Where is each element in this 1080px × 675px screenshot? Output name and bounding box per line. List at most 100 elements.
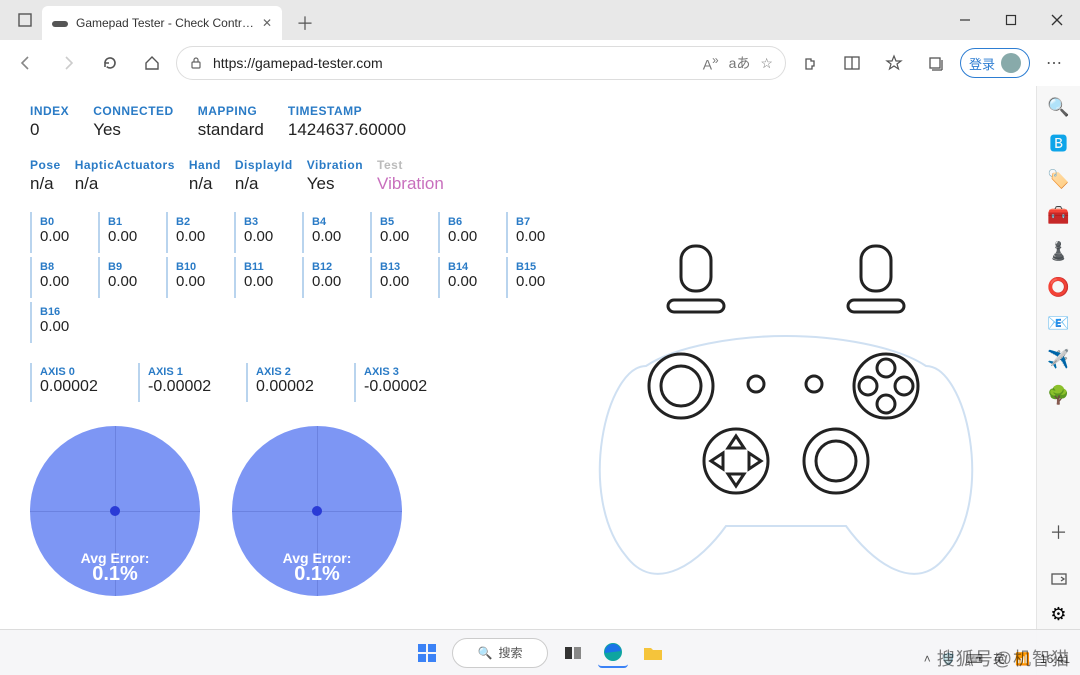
meta-value: Yes bbox=[93, 120, 174, 140]
button-b3: B30.00 bbox=[234, 212, 302, 253]
button-label: B14 bbox=[448, 261, 500, 273]
tray-keyboard-icon[interactable]: ⌨ bbox=[966, 652, 983, 666]
back-button[interactable] bbox=[8, 45, 44, 81]
forward-button[interactable] bbox=[50, 45, 86, 81]
button-value: 0.00 bbox=[176, 273, 228, 290]
button-label: B6 bbox=[448, 216, 500, 228]
taskbar-search[interactable]: 🔍 搜索 bbox=[452, 638, 548, 668]
meta-timestamp: TIMESTAMP1424637.60000 bbox=[288, 104, 406, 140]
tab-close-icon[interactable]: ✕ bbox=[262, 16, 272, 30]
button-b12: B120.00 bbox=[302, 257, 370, 298]
gamepad-illustration bbox=[586, 236, 986, 596]
extensions-icon[interactable] bbox=[792, 45, 828, 81]
meta-label: Hand bbox=[189, 158, 221, 172]
sidebar-tree-icon[interactable]: 🌳 bbox=[1048, 384, 1070, 406]
button-b6: B60.00 bbox=[438, 212, 506, 253]
button-b5: B50.00 bbox=[370, 212, 438, 253]
refresh-button[interactable] bbox=[92, 45, 128, 81]
meta-value: n/a bbox=[75, 174, 175, 194]
stick-pct: 0.1% bbox=[30, 563, 200, 586]
button-value: 0.00 bbox=[448, 273, 500, 290]
button-b16: B160.00 bbox=[30, 302, 98, 343]
window-maximize-button[interactable] bbox=[988, 0, 1034, 40]
button-label: B16 bbox=[40, 306, 92, 318]
titlebar: Gamepad Tester - Check Controll… ✕ ＋ bbox=[0, 0, 1080, 40]
button-value: 0.00 bbox=[312, 273, 364, 290]
tab-actions-button[interactable] bbox=[8, 3, 42, 37]
meta-displayid: DisplayIdn/a bbox=[235, 158, 293, 194]
stick-pct: 0.1% bbox=[232, 563, 402, 586]
meta-hand: Handn/a bbox=[189, 158, 221, 194]
button-value: 0.00 bbox=[40, 273, 92, 290]
button-label: B11 bbox=[244, 261, 296, 273]
taskbar-search-label: 搜索 bbox=[498, 644, 522, 661]
address-bar[interactable]: https://gamepad-tester.com A» aあ ☆ bbox=[176, 46, 786, 80]
button-value: 0.00 bbox=[108, 273, 160, 290]
tray-chevron-icon[interactable]: ˄ bbox=[924, 652, 931, 666]
button-value: 0.00 bbox=[516, 273, 568, 290]
start-button[interactable] bbox=[412, 638, 442, 668]
button-label: B4 bbox=[312, 216, 364, 228]
meta-value: 0 bbox=[30, 120, 69, 140]
axis-label: AXIS 1 bbox=[148, 366, 220, 378]
button-b4: B40.00 bbox=[302, 212, 370, 253]
sidebar-tools-icon[interactable]: 🧰 bbox=[1048, 204, 1070, 226]
sidebar-add-icon[interactable]: ＋ bbox=[1048, 521, 1070, 543]
more-menu-icon[interactable]: ⋯ bbox=[1036, 45, 1072, 81]
explorer-taskbar-icon[interactable] bbox=[638, 638, 668, 668]
sidebar-shopping-icon[interactable]: 🏷️ bbox=[1048, 168, 1070, 190]
favorites-icon[interactable] bbox=[876, 45, 912, 81]
translate-icon[interactable]: aあ bbox=[729, 53, 751, 73]
tray-security-icon[interactable]: 🛡️ bbox=[941, 652, 956, 666]
sidebar-send-icon[interactable]: ✈️ bbox=[1048, 348, 1070, 370]
meta-vibration: VibrationYes bbox=[307, 158, 363, 194]
button-label: B1 bbox=[108, 216, 160, 228]
tray-time[interactable]: 16:41 bbox=[1040, 652, 1070, 666]
sidebar-collapse-icon[interactable] bbox=[1048, 567, 1070, 589]
meta-label: CONNECTED bbox=[93, 104, 174, 118]
reading-mode-icon[interactable]: A» bbox=[703, 54, 719, 73]
meta-test[interactable]: TestVibration bbox=[377, 158, 444, 194]
button-label: B9 bbox=[108, 261, 160, 273]
button-b9: B90.00 bbox=[98, 257, 166, 298]
axis-axis0: AXIS 00.00002 bbox=[30, 363, 120, 402]
sidebar-m365-icon[interactable]: ⭕ bbox=[1048, 276, 1070, 298]
button-b14: B140.00 bbox=[438, 257, 506, 298]
sidebar-settings-icon[interactable]: ⚙ bbox=[1048, 603, 1070, 625]
button-value: 0.00 bbox=[448, 228, 500, 245]
button-value: 0.00 bbox=[108, 228, 160, 245]
task-view-icon[interactable] bbox=[558, 638, 588, 668]
meta-value: standard bbox=[198, 120, 264, 140]
meta-value: 1424637.60000 bbox=[288, 120, 406, 140]
sidebar-bing-icon[interactable]: 🅱 bbox=[1048, 132, 1070, 154]
tray-ime[interactable]: 英 bbox=[993, 650, 1005, 667]
axis-label: AXIS 3 bbox=[364, 366, 436, 378]
button-label: B8 bbox=[40, 261, 92, 273]
profile-login-button[interactable]: 登录 bbox=[960, 48, 1030, 78]
new-tab-button[interactable]: ＋ bbox=[290, 8, 320, 38]
sidebar-outlook-icon[interactable]: 📧 bbox=[1048, 312, 1070, 334]
sidebar-games-icon[interactable]: ♟️ bbox=[1048, 240, 1070, 262]
window-close-button[interactable] bbox=[1034, 0, 1080, 40]
stick-dot bbox=[312, 506, 322, 516]
meta-value[interactable]: Vibration bbox=[377, 174, 444, 194]
button-b13: B130.00 bbox=[370, 257, 438, 298]
avatar-icon bbox=[1001, 53, 1021, 73]
split-screen-icon[interactable] bbox=[834, 45, 870, 81]
browser-tab[interactable]: Gamepad Tester - Check Controll… ✕ bbox=[42, 6, 282, 40]
gamepad-favicon bbox=[52, 15, 68, 31]
button-label: B3 bbox=[244, 216, 296, 228]
button-label: B10 bbox=[176, 261, 228, 273]
window-minimize-button[interactable] bbox=[942, 0, 988, 40]
meta-value: Yes bbox=[307, 174, 363, 194]
button-value: 0.00 bbox=[380, 228, 432, 245]
sidebar-search-icon[interactable]: 🔍 bbox=[1048, 96, 1070, 118]
system-tray[interactable]: ˄ 🛡️ ⌨ 英 📶 16:41 bbox=[924, 650, 1070, 667]
home-button[interactable] bbox=[134, 45, 170, 81]
collections-icon[interactable] bbox=[918, 45, 954, 81]
favorite-star-icon[interactable]: ☆ bbox=[760, 55, 773, 72]
button-value: 0.00 bbox=[312, 228, 364, 245]
tray-network-icon[interactable]: 📶 bbox=[1015, 652, 1030, 666]
edge-taskbar-icon[interactable] bbox=[598, 638, 628, 668]
meta-index: INDEX0 bbox=[30, 104, 69, 140]
